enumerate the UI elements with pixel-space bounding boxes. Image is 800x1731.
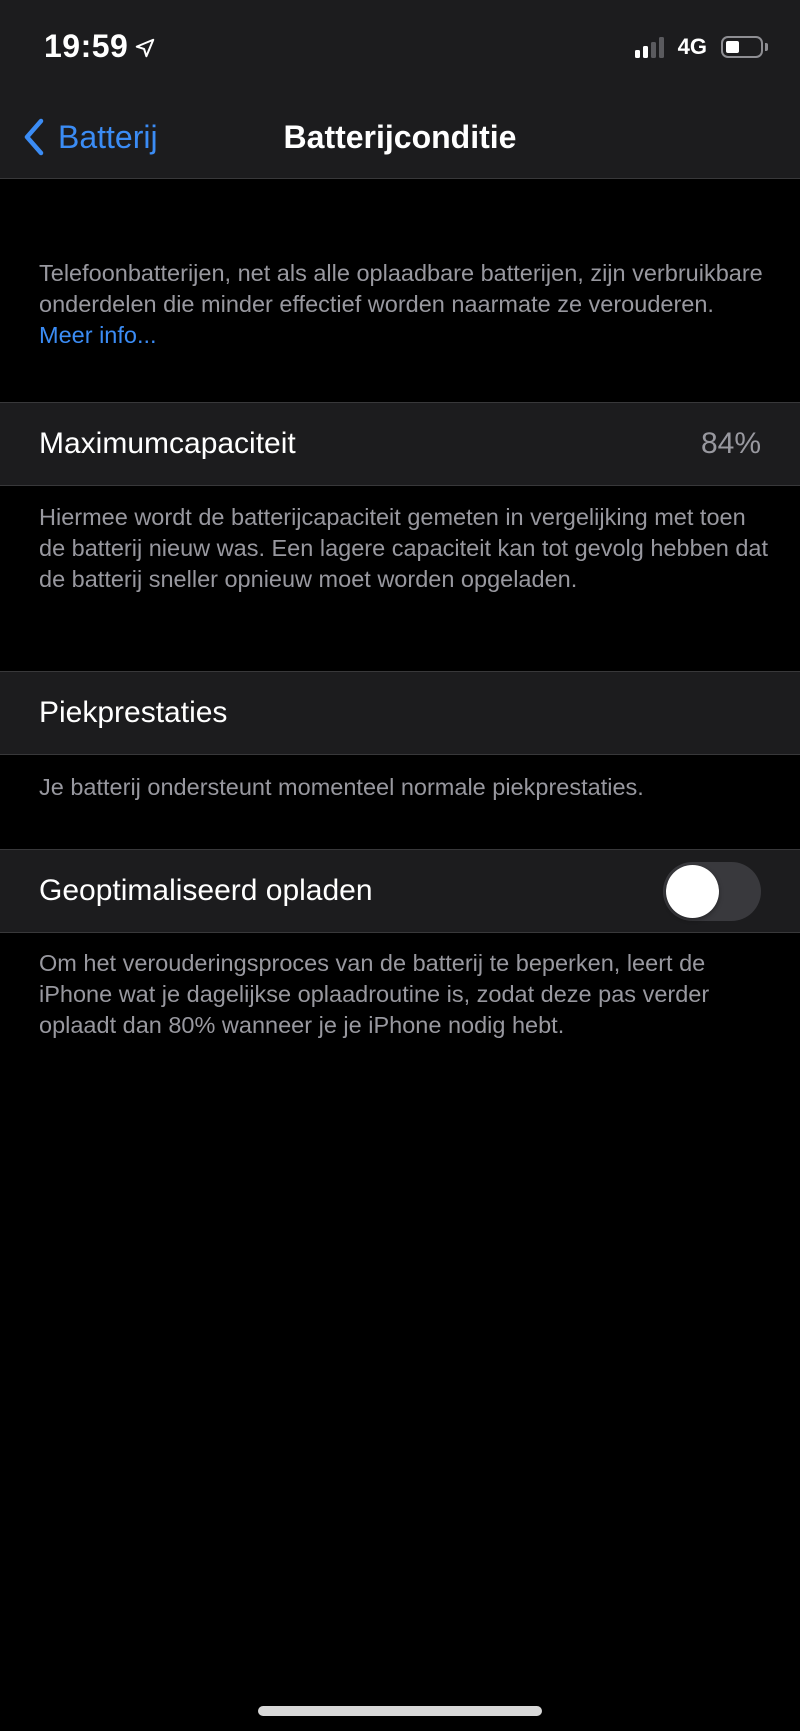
- max-capacity-label: Maximumcapaciteit: [39, 427, 296, 460]
- intro-description: Telefoonbatterijen, net als alle oplaadb…: [39, 258, 769, 351]
- back-button[interactable]: Batterij: [22, 96, 158, 178]
- status-bar: 19:59 4G: [0, 0, 800, 96]
- peak-performance-row: Piekprestaties: [0, 671, 800, 755]
- home-indicator[interactable]: [258, 1706, 542, 1716]
- status-time-group: 19:59: [44, 28, 156, 65]
- max-capacity-footer: Hiermee wordt de batterijcapaciteit geme…: [39, 504, 768, 592]
- more-info-link[interactable]: Meer info...: [39, 322, 157, 348]
- peak-performance-footer: Je batterij ondersteunt momenteel normal…: [39, 774, 644, 800]
- battery-icon: [721, 36, 763, 58]
- status-indicators: 4G: [634, 34, 768, 60]
- optimized-charging-toggle[interactable]: [663, 862, 761, 921]
- status-time: 19:59: [44, 28, 129, 64]
- max-capacity-value: 84%: [700, 427, 761, 460]
- max-capacity-row: Maximumcapaciteit 84%: [0, 402, 800, 486]
- navigation-bar: Batterij Batterijconditie: [0, 96, 800, 179]
- toggle-knob: [666, 865, 719, 918]
- optimized-charging-footer: Om het verouderingsproces van de batteri…: [39, 950, 710, 1038]
- peak-performance-label: Piekprestaties: [39, 696, 228, 729]
- location-arrow-icon: [136, 38, 155, 57]
- battery-tip: [765, 43, 768, 51]
- chevron-left-icon: [24, 118, 44, 156]
- cellular-signal-icon: [634, 36, 664, 58]
- optimized-charging-row: Geoptimaliseerd opladen: [0, 849, 800, 933]
- intro-text: Telefoonbatterijen, net als alle oplaadb…: [39, 260, 763, 317]
- optimized-charging-label: Geoptimaliseerd opladen: [39, 874, 373, 907]
- back-button-label: Batterij: [58, 118, 158, 155]
- network-type-label: 4G: [677, 34, 707, 59]
